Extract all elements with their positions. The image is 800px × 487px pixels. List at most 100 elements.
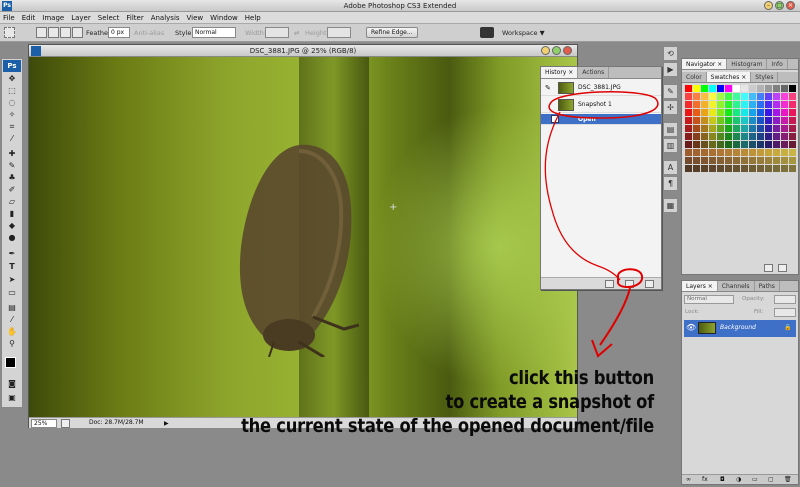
swatch[interactable]: [789, 93, 796, 100]
layer-style-icon[interactable]: fx: [702, 476, 708, 483]
delete-swatch-icon[interactable]: [778, 264, 787, 272]
swatch[interactable]: [701, 133, 708, 140]
swatch[interactable]: [725, 125, 732, 132]
swatch[interactable]: [765, 141, 772, 148]
swatch[interactable]: [709, 93, 716, 100]
swatch[interactable]: [693, 117, 700, 124]
type-tool-icon[interactable]: T: [6, 262, 18, 272]
menu-edit[interactable]: Edit: [22, 14, 36, 22]
tool-presets-icon[interactable]: ▤: [663, 122, 678, 137]
antialias-checkbox[interactable]: Anti-alias: [134, 29, 164, 37]
swatch[interactable]: [789, 133, 796, 140]
swatch[interactable]: [717, 157, 724, 164]
dodge-tool-icon[interactable]: ●: [6, 233, 18, 243]
brushes-panel-icon[interactable]: ✎: [663, 84, 678, 99]
history-snapshot-row[interactable]: Snapshot 1: [541, 97, 661, 113]
brush-tool-icon[interactable]: ✎: [6, 161, 18, 171]
swatch[interactable]: [685, 85, 692, 92]
swatch[interactable]: [757, 93, 764, 100]
menu-help[interactable]: Help: [245, 14, 261, 22]
swatch[interactable]: [757, 149, 764, 156]
swatch[interactable]: [781, 133, 788, 140]
eyedropper-icon[interactable]: ⁄: [6, 134, 18, 144]
swatch[interactable]: [709, 149, 716, 156]
swatch[interactable]: [733, 93, 740, 100]
doc-close-icon[interactable]: [563, 46, 572, 55]
swatch[interactable]: [717, 117, 724, 124]
new-layer-icon[interactable]: ▢: [768, 476, 774, 483]
swatch[interactable]: [789, 117, 796, 124]
swatch[interactable]: [773, 125, 780, 132]
swatch[interactable]: [781, 85, 788, 92]
history-state-row[interactable]: Open: [541, 114, 661, 125]
blur-tool-icon[interactable]: ◆: [6, 221, 18, 231]
actions-panel-icon[interactable]: ▶: [663, 62, 678, 77]
swatch[interactable]: [685, 101, 692, 108]
swatch[interactable]: [789, 125, 796, 132]
shape-tool-icon[interactable]: ▭: [6, 288, 18, 298]
swatch[interactable]: [709, 125, 716, 132]
swatch[interactable]: [701, 165, 708, 172]
swatch[interactable]: [701, 157, 708, 164]
swatch[interactable]: [733, 125, 740, 132]
swatch[interactable]: [741, 149, 748, 156]
opacity-input[interactable]: [774, 295, 796, 304]
layer-mask-icon[interactable]: ◘: [720, 476, 725, 483]
swatch[interactable]: [781, 101, 788, 108]
swatch[interactable]: [741, 157, 748, 164]
swatch[interactable]: [749, 133, 756, 140]
tab-paths[interactable]: Paths: [755, 281, 780, 291]
swatch[interactable]: [733, 117, 740, 124]
style-select[interactable]: Normal: [192, 27, 236, 38]
swatch[interactable]: [773, 133, 780, 140]
lasso-tool-icon[interactable]: ◌: [6, 98, 18, 108]
swatch[interactable]: [757, 117, 764, 124]
intersect-selection-icon[interactable]: [72, 27, 83, 38]
subtract-selection-icon[interactable]: [60, 27, 71, 38]
swatch[interactable]: [765, 117, 772, 124]
swatch[interactable]: [749, 125, 756, 132]
swatch[interactable]: [733, 165, 740, 172]
swatch[interactable]: [773, 165, 780, 172]
fill-input[interactable]: [774, 308, 796, 317]
swatch[interactable]: [685, 93, 692, 100]
swatch[interactable]: [789, 85, 796, 92]
tab-styles[interactable]: Styles: [751, 72, 779, 82]
menu-file[interactable]: File: [3, 14, 15, 22]
swatch[interactable]: [749, 117, 756, 124]
swatch[interactable]: [757, 85, 764, 92]
swatch[interactable]: [701, 93, 708, 100]
swatch[interactable]: [717, 165, 724, 172]
swatch[interactable]: [789, 101, 796, 108]
doc-minimize-icon[interactable]: [541, 46, 550, 55]
swatch[interactable]: [781, 157, 788, 164]
layer-comps-icon[interactable]: ▥: [663, 138, 678, 153]
swatch[interactable]: [685, 133, 692, 140]
magic-wand-icon[interactable]: ✧: [6, 110, 18, 120]
link-layers-icon[interactable]: ∞: [686, 476, 691, 483]
swatch[interactable]: [749, 157, 756, 164]
swatch[interactable]: [781, 117, 788, 124]
swatch[interactable]: [757, 133, 764, 140]
swatch[interactable]: [701, 101, 708, 108]
eraser-icon[interactable]: ▱: [6, 197, 18, 207]
swatch[interactable]: [717, 133, 724, 140]
swatch[interactable]: [685, 117, 692, 124]
swatch[interactable]: [693, 93, 700, 100]
swatch[interactable]: [693, 109, 700, 116]
swatch[interactable]: [749, 109, 756, 116]
tab-actions[interactable]: Actions: [578, 67, 610, 78]
eye-icon[interactable]: 👁: [686, 323, 696, 332]
swap-icon[interactable]: ⇄: [294, 29, 299, 37]
swatch[interactable]: [709, 85, 716, 92]
swatch[interactable]: [717, 125, 724, 132]
refine-edge-button[interactable]: Refine Edge...: [366, 27, 418, 38]
status-menu-arrow-icon[interactable]: ▶: [164, 420, 169, 427]
swatch[interactable]: [717, 141, 724, 148]
swatch[interactable]: [757, 141, 764, 148]
tab-swatches[interactable]: Swatches ×: [706, 72, 752, 82]
swatch[interactable]: [757, 165, 764, 172]
swatch[interactable]: [741, 93, 748, 100]
tab-navigator[interactable]: Navigator ×: [682, 59, 728, 69]
swatch[interactable]: [781, 93, 788, 100]
